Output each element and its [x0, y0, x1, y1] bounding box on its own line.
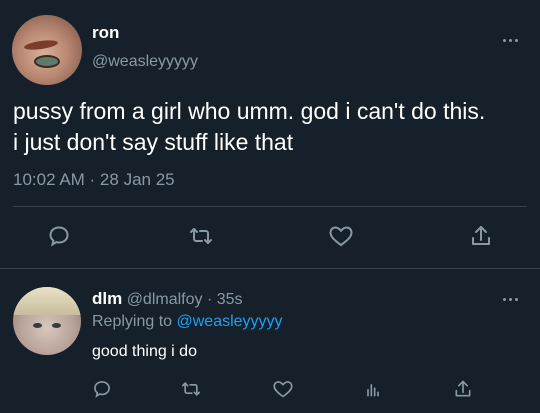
share-button[interactable] — [448, 374, 478, 404]
analytics-button[interactable] — [358, 374, 388, 404]
tweet-text-line: i just don't say stuff like that — [13, 129, 294, 155]
retweet-button[interactable] — [176, 374, 206, 404]
reply-button[interactable] — [44, 221, 74, 251]
tweet-avatar[interactable] — [12, 15, 82, 85]
retweet-button[interactable] — [186, 221, 216, 251]
retweet-icon — [181, 382, 201, 396]
retweet-icon — [190, 228, 212, 244]
replying-to-label: Replying to — [92, 313, 173, 330]
reply-icon — [94, 381, 110, 398]
replying-to-handle[interactable]: @weasleyyyyy — [177, 313, 283, 330]
tweet-author-name[interactable]: ron — [92, 23, 119, 43]
reply-header: dlm @dlmalfoy · 35s — [92, 289, 243, 309]
analytics-icon — [367, 384, 379, 397]
reply-text: good thing i do — [92, 343, 197, 360]
reply-button[interactable] — [87, 374, 117, 404]
more-horizontal-icon[interactable] — [503, 294, 527, 304]
tweet-text: pussy from a girl who umm. god i can't d… — [13, 96, 533, 158]
share-button[interactable] — [466, 221, 496, 251]
tweet-divider — [13, 206, 527, 207]
like-button[interactable] — [268, 374, 298, 404]
more-horizontal-icon[interactable] — [503, 35, 527, 45]
reply-age[interactable]: 35s — [217, 291, 243, 308]
tweet-timestamp[interactable]: 10:02 AM · 28 Jan 25 — [13, 170, 175, 190]
reply-avatar[interactable] — [13, 287, 81, 355]
replying-to: Replying to @weasleyyyyy — [92, 313, 283, 331]
reply-author-name[interactable]: dlm — [92, 289, 122, 308]
thread-divider — [0, 268, 540, 269]
share-icon — [472, 226, 490, 245]
tweet-text-line: pussy from a girl who umm. god i can't d… — [13, 98, 486, 124]
reply-icon — [49, 226, 69, 247]
like-button[interactable] — [326, 221, 356, 251]
like-icon — [329, 226, 353, 247]
like-icon — [273, 381, 293, 398]
share-icon — [455, 380, 471, 397]
reply-separator: · — [206, 291, 213, 308]
tweet-author-handle[interactable]: @weasleyyyyy — [92, 53, 198, 71]
reply-author-handle[interactable]: @dlmalfoy — [127, 291, 203, 308]
